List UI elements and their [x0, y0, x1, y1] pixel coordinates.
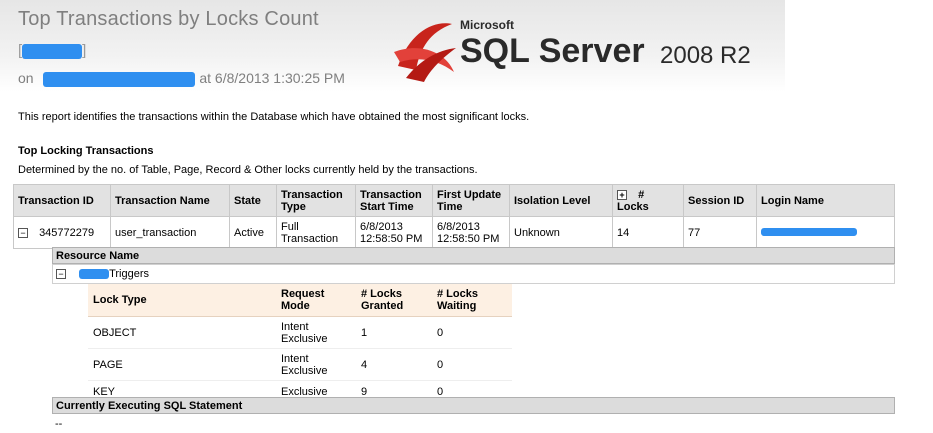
col-isolation-level: Isolation Level — [509, 184, 613, 217]
sql-server-logo: Microsoft SQL Server 2008 R2 — [390, 12, 780, 84]
server-line: [] — [18, 42, 86, 59]
table-row: − 345772279 user_transaction Active Full… — [13, 216, 895, 249]
sql-statement-header: Currently Executing SQL Statement — [52, 397, 895, 414]
on-label: on — [18, 70, 34, 86]
transaction-first-update: 6/8/2013 12:58:50 PM — [432, 216, 510, 249]
request-mode: Intent Exclusive — [276, 316, 356, 349]
transaction-id-cell[interactable]: − 345772279 — [13, 216, 111, 249]
expand-plus-icon[interactable]: + — [617, 189, 627, 200]
locks-table: Lock Type Request Mode # Locks Granted #… — [88, 284, 512, 404]
locks-granted: 1 — [356, 316, 432, 349]
col-state: State — [229, 184, 277, 217]
microsoft-label: Microsoft — [460, 18, 514, 32]
col-locks-waiting: # Locks Waiting — [432, 284, 512, 317]
col-transaction-id: Transaction ID — [13, 184, 111, 217]
col-request-mode: Request Mode — [276, 284, 356, 317]
report-header: Top Transactions by Locks Count [] on at… — [0, 0, 785, 92]
report-description: This report identifies the transactions … — [18, 111, 530, 123]
locks-granted: 4 — [356, 348, 432, 381]
transaction-start-time: 6/8/2013 12:58:50 PM — [355, 216, 433, 249]
bracket-close: ] — [82, 42, 87, 59]
col-transaction-name: Transaction Name — [110, 184, 230, 217]
report-title: Top Transactions by Locks Count — [18, 8, 319, 30]
col-lock-type: Lock Type — [88, 284, 276, 317]
col-transaction-type: Transaction Type — [276, 184, 356, 217]
transactions-table: Transaction ID Transaction Name State Tr… — [13, 184, 895, 249]
transactions-header-row: Transaction ID Transaction Name State Tr… — [13, 184, 895, 217]
col-start-time: Transaction Start Time — [355, 184, 433, 217]
redacted-database-name — [43, 71, 196, 87]
collapse-minus-icon[interactable]: − — [56, 269, 66, 279]
table-row: OBJECT Intent Exclusive 1 0 — [88, 316, 512, 349]
transaction-isolation: Unknown — [509, 216, 613, 249]
transaction-state: Active — [229, 216, 277, 249]
version-label: 2008 R2 — [660, 42, 751, 69]
resource-name-header: Resource Name — [52, 247, 895, 264]
sql-server-swoosh-icon — [394, 23, 456, 82]
login-name-cell — [756, 216, 895, 249]
redacted-schema-name — [79, 269, 110, 280]
database-line: on at 6/8/2013 1:30:25 PM — [18, 70, 345, 87]
lock-type: OBJECT — [88, 316, 276, 349]
table-row: PAGE Intent Exclusive 4 0 — [88, 348, 512, 381]
transaction-id: 345772279 — [39, 226, 95, 239]
col-locks[interactable]: + # Locks — [612, 184, 684, 217]
sql-server-label: SQL Server — [460, 32, 645, 70]
transaction-type: Full Transaction — [276, 216, 356, 249]
collapse-minus-icon[interactable]: − — [18, 227, 28, 238]
resource-item-label: Triggers — [109, 268, 149, 280]
section-title: Top Locking Transactions — [18, 145, 154, 157]
transaction-session-id: 77 — [683, 216, 757, 249]
col-first-update-time: First Update Time — [432, 184, 510, 217]
locks-header-row: Lock Type Request Mode # Locks Granted #… — [88, 284, 512, 317]
resource-row[interactable]: − Triggers — [52, 264, 895, 284]
locks-waiting: 0 — [432, 316, 512, 349]
col-login-name: Login Name — [756, 184, 895, 217]
transaction-name: user_transaction — [110, 216, 230, 249]
sql-statement-text: -- — [55, 418, 63, 430]
lock-type: PAGE — [88, 348, 276, 381]
locks-waiting: 0 — [432, 348, 512, 381]
redacted-login-name — [761, 227, 857, 236]
request-mode: Intent Exclusive — [276, 348, 356, 381]
col-session-id: Session ID — [683, 184, 757, 217]
redacted-server-name — [22, 43, 83, 59]
col-locks-granted: # Locks Granted — [356, 284, 432, 317]
section-description: Determined by the no. of Table, Page, Re… — [18, 164, 478, 176]
report-timestamp: at 6/8/2013 1:30:25 PM — [199, 70, 345, 86]
transaction-locks: 14 — [612, 216, 684, 249]
